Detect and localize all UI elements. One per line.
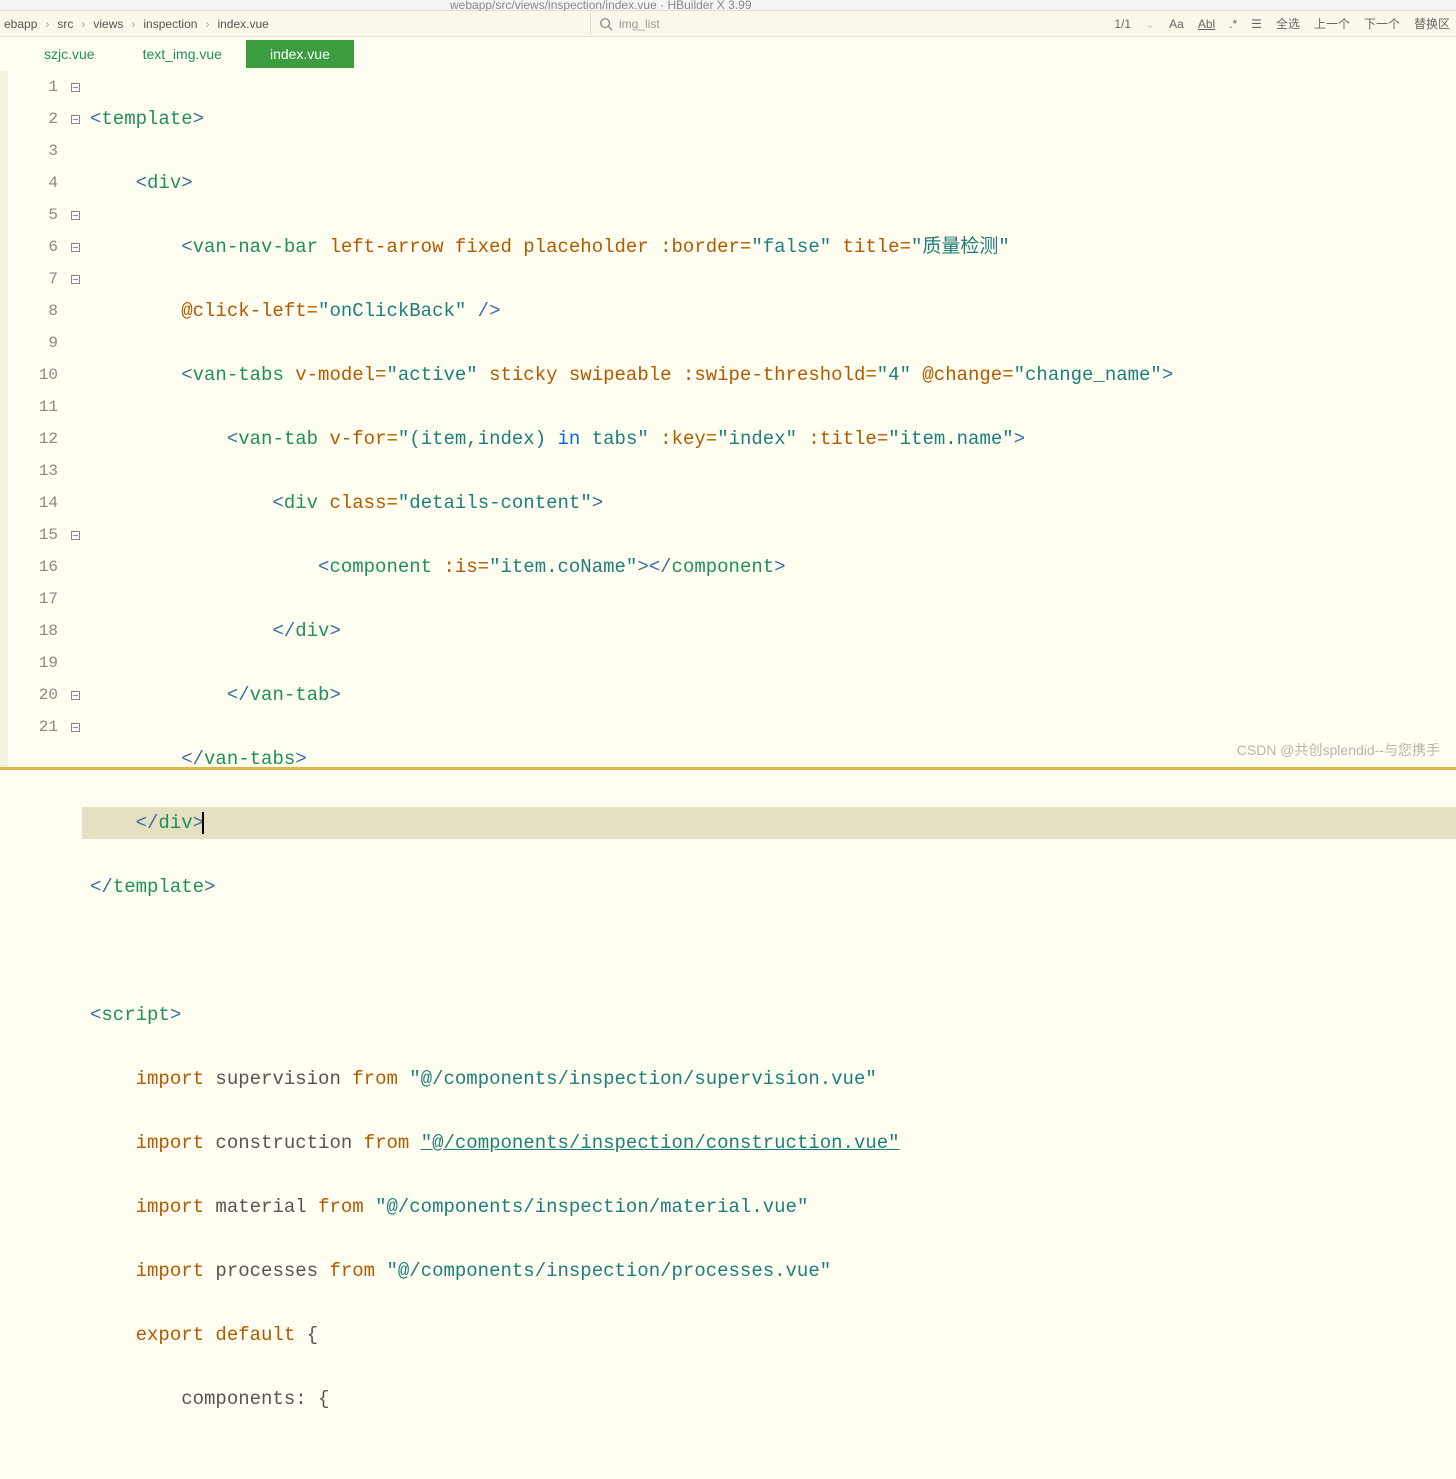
code-line: <div class="details-content"> [82, 487, 1456, 519]
line-number: 17 [8, 583, 58, 615]
line-number: 7 [8, 263, 58, 295]
search-toolbar: 1/1 ⌄ Aa Abl .* ☰ 全选 上一个 下一个 替换区 [1114, 15, 1450, 32]
word-toggle[interactable]: Abl [1198, 17, 1215, 31]
fold-gutter [68, 71, 82, 770]
search-box [590, 13, 1030, 35]
code-line: </van-tab> [82, 679, 1456, 711]
breadcrumb-item[interactable]: index.vue [217, 17, 268, 31]
code-line [82, 935, 1456, 967]
code-line: <van-nav-bar left-arrow fixed placeholde… [82, 231, 1456, 263]
code-line: <div> [82, 167, 1456, 199]
line-number: 2 [8, 103, 58, 135]
fold-icon[interactable] [68, 711, 82, 743]
code-line: <van-tab v-for="(item,index) in tabs" :k… [82, 423, 1456, 455]
line-number-gutter: 1 2 3 4 5 6 7 8 9 10 11 12 13 14 15 16 1… [8, 71, 68, 770]
search-count: 1/1 [1114, 17, 1131, 31]
line-number: 15 [8, 519, 58, 551]
code-line: export default { [82, 1319, 1456, 1351]
code-area[interactable]: <template> <div> <van-nav-bar left-arrow… [82, 71, 1456, 770]
prev-button[interactable]: 上一个 [1314, 15, 1350, 32]
next-button[interactable]: 下一个 [1364, 15, 1400, 32]
chevron-icon: › [127, 17, 139, 31]
breadcrumb-item[interactable]: views [93, 17, 123, 31]
tab-index[interactable]: index.vue [246, 40, 354, 68]
code-line: <template> [82, 103, 1456, 135]
marker-gutter [0, 71, 8, 770]
watermark: CSDN @共创splendid--与您携手 [1237, 740, 1440, 760]
code-line: <van-tabs v-model="active" sticky swipea… [82, 359, 1456, 391]
line-number: 9 [8, 327, 58, 359]
breadcrumb[interactable]: ebapp › src › views › inspection › index.vue [0, 17, 269, 31]
code-editor[interactable]: 1 2 3 4 5 6 7 8 9 10 11 12 13 14 15 16 1… [0, 71, 1456, 770]
lines-icon[interactable]: ☰ [1251, 17, 1262, 31]
line-number: 10 [8, 359, 58, 391]
search-icon [599, 17, 613, 31]
breadcrumb-item[interactable]: inspection [143, 17, 197, 31]
search-input[interactable] [619, 17, 1019, 31]
replace-button[interactable]: 替换区 [1414, 15, 1450, 32]
editor-tabs: szjc.vue text_img.vue index.vue [0, 37, 1456, 71]
line-number: 4 [8, 167, 58, 199]
tab-text-img[interactable]: text_img.vue [119, 40, 246, 68]
line-number: 20 [8, 679, 58, 711]
code-line: @click-left="onClickBack" /> [82, 295, 1456, 327]
line-number: 21 [8, 711, 58, 743]
line-number: 8 [8, 295, 58, 327]
line-number: 5 [8, 199, 58, 231]
line-number: 12 [8, 423, 58, 455]
code-line: </template> [82, 871, 1456, 903]
line-number: 11 [8, 391, 58, 423]
code-line: <script> [82, 999, 1456, 1031]
chevron-icon: › [77, 17, 89, 31]
code-line: </div> [82, 615, 1456, 647]
code-line: import construction from "@/components/i… [82, 1127, 1456, 1159]
breadcrumb-item[interactable]: ebapp [4, 17, 37, 31]
fold-icon[interactable] [68, 679, 82, 711]
code-line: import material from "@/components/inspe… [82, 1191, 1456, 1223]
fold-icon[interactable] [68, 263, 82, 295]
code-line: import processes from "@/components/insp… [82, 1255, 1456, 1287]
chevron-icon: › [201, 17, 213, 31]
line-number: 19 [8, 647, 58, 679]
regex-toggle[interactable]: .* [1229, 17, 1237, 31]
code-line: components: { [82, 1383, 1456, 1415]
line-number: 16 [8, 551, 58, 583]
case-toggle[interactable]: Aa [1169, 17, 1184, 31]
line-number: 3 [8, 135, 58, 167]
code-line: import supervision from "@/components/in… [82, 1063, 1456, 1095]
code-line: </div> [82, 807, 1456, 839]
fold-icon[interactable] [68, 71, 82, 103]
separator-icon: ⌄ [1145, 17, 1155, 31]
fold-icon[interactable] [68, 103, 82, 135]
line-number: 1 [8, 71, 58, 103]
fold-icon[interactable] [68, 199, 82, 231]
select-all-button[interactable]: 全选 [1276, 15, 1300, 32]
tab-szjc[interactable]: szjc.vue [20, 40, 119, 68]
breadcrumb-bar: ebapp › src › views › inspection › index.vue… [0, 11, 1456, 37]
line-number: 6 [8, 231, 58, 263]
line-number: 18 [8, 615, 58, 647]
fold-icon[interactable] [68, 231, 82, 263]
line-number: 13 [8, 455, 58, 487]
code-line: <component :is="item.coName"></component… [82, 551, 1456, 583]
chevron-icon: › [41, 17, 53, 31]
fold-icon[interactable] [68, 519, 82, 551]
breadcrumb-item[interactable]: src [57, 17, 73, 31]
line-number: 14 [8, 487, 58, 519]
cursor-icon [202, 812, 204, 834]
